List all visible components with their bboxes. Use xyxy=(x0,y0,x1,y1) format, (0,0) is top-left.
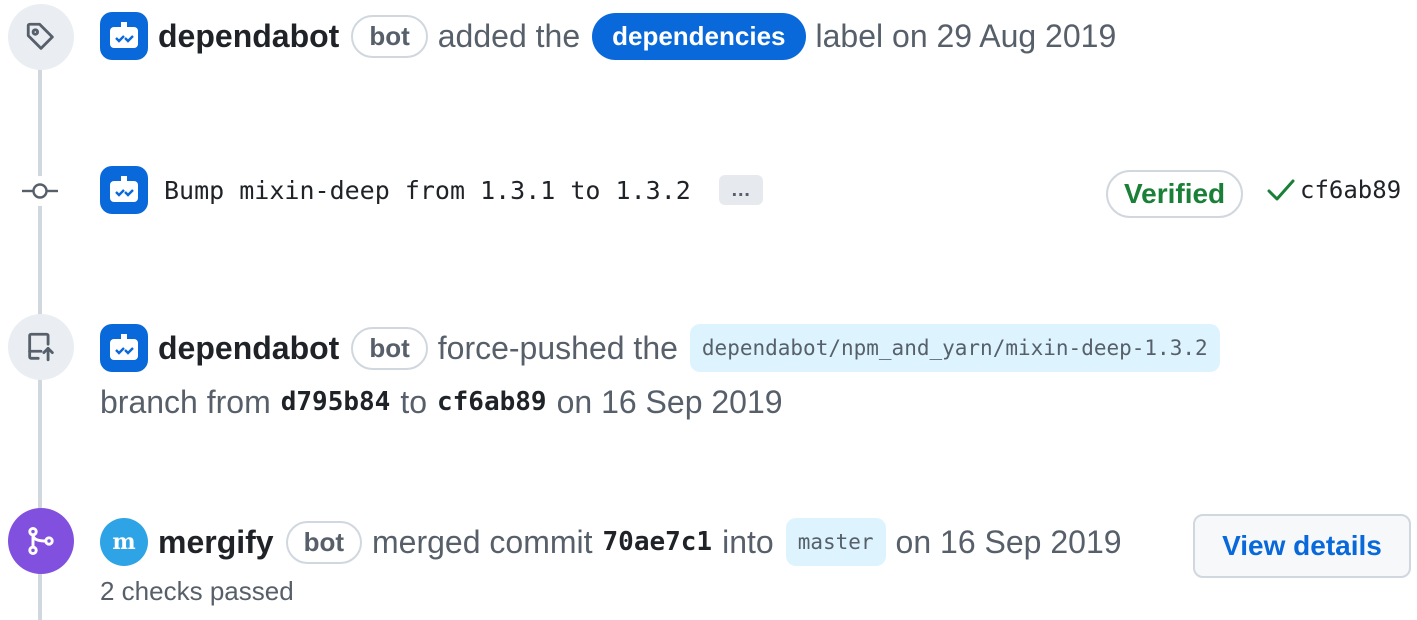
bot-badge: bot xyxy=(351,326,428,370)
force-push-row: dependabot bot force-pushed the dependab… xyxy=(100,322,1220,374)
git-commit-icon xyxy=(22,183,58,199)
to-text: to xyxy=(400,383,427,420)
event-action-text: added the xyxy=(437,17,581,54)
dependabot-avatar[interactable] xyxy=(100,166,148,214)
force-push-event-badge xyxy=(8,314,74,380)
tag-icon xyxy=(26,22,54,50)
commit-sha-link[interactable]: cf6ab89 xyxy=(1300,176,1401,204)
label-event-row: dependabot bot added the dependencies la… xyxy=(100,10,1116,62)
dependencies-label[interactable]: dependencies xyxy=(592,12,806,60)
dependabot-avatar[interactable] xyxy=(100,12,148,60)
mergify-icon: m xyxy=(112,529,135,555)
commit-row: Bump mixin-deep from 1.3.1 to 1.3.2 … xyxy=(100,165,763,215)
from-sha-link[interactable]: d795b84 xyxy=(281,387,391,417)
svg-text:m: m xyxy=(112,529,135,555)
expand-commit-button[interactable]: … xyxy=(718,175,763,205)
merged-event-row: m mergify bot merged commit 70ae7c1 into… xyxy=(100,516,1122,568)
merge-event-badge xyxy=(8,508,74,574)
git-merge-icon xyxy=(28,526,54,556)
bot-badge: bot xyxy=(285,520,363,564)
author-link[interactable]: dependabot xyxy=(158,18,339,55)
verified-badge[interactable]: Verified xyxy=(1106,170,1244,218)
tag-event-badge xyxy=(8,4,74,70)
dependabot-icon xyxy=(110,22,138,48)
event-date-text: on 16 Sep 2019 xyxy=(556,383,783,420)
commit-event-badge xyxy=(20,176,60,206)
event-action-text: merged commit xyxy=(372,523,593,560)
check-icon xyxy=(1267,179,1295,201)
into-text: into xyxy=(722,523,774,560)
commit-sha-group: cf6ab89 xyxy=(1266,176,1401,204)
view-details-button[interactable]: View details xyxy=(1193,514,1411,578)
target-branch-link[interactable]: master xyxy=(785,518,886,566)
author-link[interactable]: mergify xyxy=(158,524,274,561)
bot-badge: bot xyxy=(351,14,428,58)
force-push-row-line2: branch from d795b84 to cf6ab89 on 16 Sep… xyxy=(100,380,783,424)
dependabot-avatar[interactable] xyxy=(100,324,148,372)
to-sha-link[interactable]: cf6ab89 xyxy=(437,387,547,417)
branch-from-text: branch from xyxy=(100,383,271,420)
merge-commit-sha-link[interactable]: 70ae7c1 xyxy=(603,527,713,557)
mergify-avatar[interactable]: m xyxy=(100,518,148,566)
author-link[interactable]: dependabot xyxy=(158,330,339,367)
event-date-text: label on 29 Aug 2019 xyxy=(815,17,1117,54)
event-date-text: on 16 Sep 2019 xyxy=(895,523,1122,560)
dependabot-icon xyxy=(110,176,138,202)
commit-message-link[interactable]: Bump mixin-deep from 1.3.1 to 1.3.2 xyxy=(164,176,691,205)
repo-push-icon xyxy=(28,332,54,362)
branch-name-link[interactable]: dependabot/npm_and_yarn/mixin-deep-1.3.2 xyxy=(689,324,1220,372)
checks-passed-text: 2 checks passed xyxy=(100,576,294,606)
dependabot-icon xyxy=(110,334,138,360)
event-action-text: force-pushed the xyxy=(437,329,678,366)
